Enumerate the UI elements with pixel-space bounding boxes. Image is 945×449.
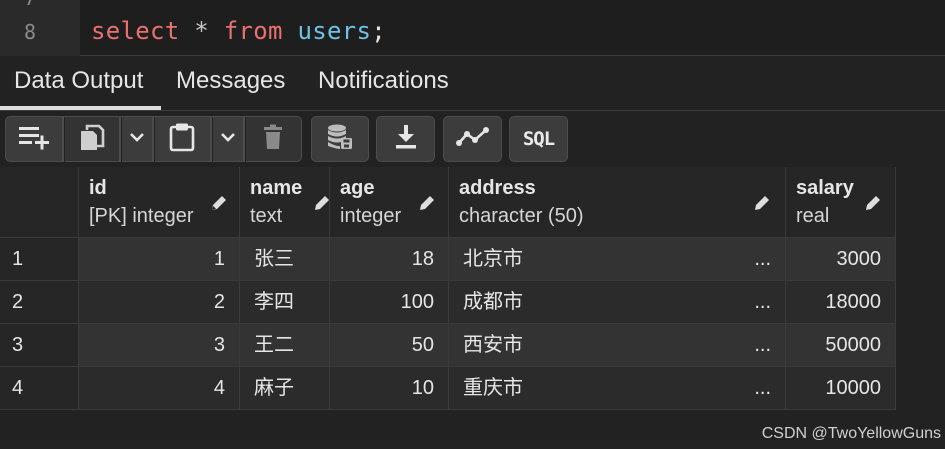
pencil-icon — [863, 193, 883, 213]
cell-age[interactable]: 18 — [330, 238, 449, 281]
pencil-icon — [209, 193, 229, 213]
graph-visualiser-button[interactable] — [443, 116, 502, 162]
data-toolbar: SQL — [0, 111, 945, 167]
cell-address-text: 成都市 — [463, 291, 523, 313]
graph-icon — [455, 126, 490, 153]
cell-id[interactable]: 3 — [79, 324, 240, 367]
column-header-age[interactable]: age integer — [330, 167, 449, 238]
cell-salary[interactable]: 3000 — [786, 238, 896, 281]
column-header-id[interactable]: id [PK] integer — [79, 167, 240, 238]
add-row-icon — [17, 124, 51, 155]
paste-button[interactable] — [153, 116, 211, 163]
column-name: id — [89, 177, 107, 199]
column-type: integer — [340, 205, 402, 227]
sql-editor[interactable]: 7 8 select * from users; — [0, 0, 945, 56]
paste-icon — [168, 122, 196, 157]
delete-row-button[interactable] — [244, 116, 302, 163]
copy-options-dropdown[interactable] — [120, 116, 153, 163]
more-button[interactable]: ... — [754, 238, 771, 280]
cell-address[interactable]: 西安市... — [449, 324, 786, 367]
download-icon — [394, 124, 418, 155]
row-number[interactable]: 4 — [0, 367, 79, 410]
add-row-button[interactable] — [5, 116, 63, 162]
cell-address[interactable]: 北京市... — [449, 238, 786, 281]
cell-name[interactable]: 李四 — [240, 281, 330, 324]
cell-address[interactable]: 重庆市... — [449, 367, 786, 410]
more-button[interactable]: ... — [754, 367, 771, 409]
sql-icon: SQL — [522, 128, 555, 150]
pencil-icon — [312, 193, 332, 213]
column-type: real — [796, 205, 830, 227]
tab-notifications[interactable]: Notifications — [318, 67, 449, 95]
cell-age[interactable]: 10 — [330, 367, 449, 410]
cell-name[interactable]: 王二 — [240, 324, 330, 367]
line-number: 8 — [23, 20, 36, 44]
column-header-address[interactable]: address character (50) — [449, 167, 786, 238]
column-type: text — [250, 205, 283, 227]
semicolon: ; — [371, 17, 386, 45]
save-data-icon — [326, 123, 354, 156]
cell-name[interactable]: 麻子 — [240, 367, 330, 410]
cell-salary[interactable]: 10000 — [786, 367, 896, 410]
copy-button[interactable] — [63, 116, 120, 163]
cell-address-text: 西安市 — [463, 334, 523, 356]
more-button[interactable]: ... — [754, 324, 771, 366]
line-number-gutter: 7 8 — [0, 0, 80, 56]
cell-address-text: 重庆市 — [463, 377, 523, 399]
tab-data-output[interactable]: Data Output — [14, 67, 143, 107]
pencil-icon — [417, 193, 437, 213]
active-tab-indicator — [0, 106, 161, 110]
chevron-down-icon — [220, 130, 236, 148]
line-number: 7 — [24, 0, 36, 10]
column-type: [PK] integer — [89, 205, 194, 227]
wildcard: * — [194, 17, 209, 45]
row-number[interactable]: 1 — [0, 238, 79, 281]
cell-salary[interactable]: 18000 — [786, 281, 896, 324]
code-line[interactable]: select * from users; — [91, 17, 386, 45]
watermark: CSDN @TwoYellowGuns — [761, 425, 941, 442]
cell-id[interactable]: 1 — [79, 238, 240, 281]
tab-messages[interactable]: Messages — [176, 67, 285, 95]
row-number[interactable]: 3 — [0, 324, 79, 367]
cell-age[interactable]: 50 — [330, 324, 449, 367]
row-number-header — [0, 167, 79, 238]
chevron-down-icon — [129, 130, 145, 148]
column-header-salary[interactable]: salary real — [786, 167, 896, 238]
cell-salary[interactable]: 50000 — [786, 324, 896, 367]
result-tabs: Data Output Messages Notifications — [0, 57, 945, 111]
delete-icon — [262, 124, 284, 155]
cell-age[interactable]: 100 — [330, 281, 449, 324]
table-identifier: users — [297, 17, 372, 45]
more-button[interactable]: ... — [754, 281, 771, 323]
save-data-button[interactable] — [311, 116, 369, 162]
row-number[interactable]: 2 — [0, 281, 79, 324]
copy-icon — [78, 122, 106, 157]
cell-id[interactable]: 4 — [79, 367, 240, 410]
sql-button[interactable]: SQL — [509, 116, 568, 162]
cell-address-text: 北京市 — [463, 248, 523, 270]
column-name: address — [459, 177, 536, 199]
column-type: character (50) — [459, 205, 584, 227]
pencil-icon — [752, 193, 772, 213]
cell-id[interactable]: 2 — [79, 281, 240, 324]
cell-name[interactable]: 张三 — [240, 238, 330, 281]
download-button[interactable] — [376, 116, 435, 162]
cell-address[interactable]: 成都市... — [449, 281, 786, 324]
column-header-name[interactable]: name text — [240, 167, 330, 238]
paste-options-dropdown[interactable] — [211, 116, 244, 163]
keyword-from: from — [223, 17, 283, 45]
column-name: age — [340, 177, 375, 199]
column-name: salary — [796, 177, 854, 199]
column-name: name — [250, 177, 303, 199]
keyword-select: select — [91, 17, 180, 45]
